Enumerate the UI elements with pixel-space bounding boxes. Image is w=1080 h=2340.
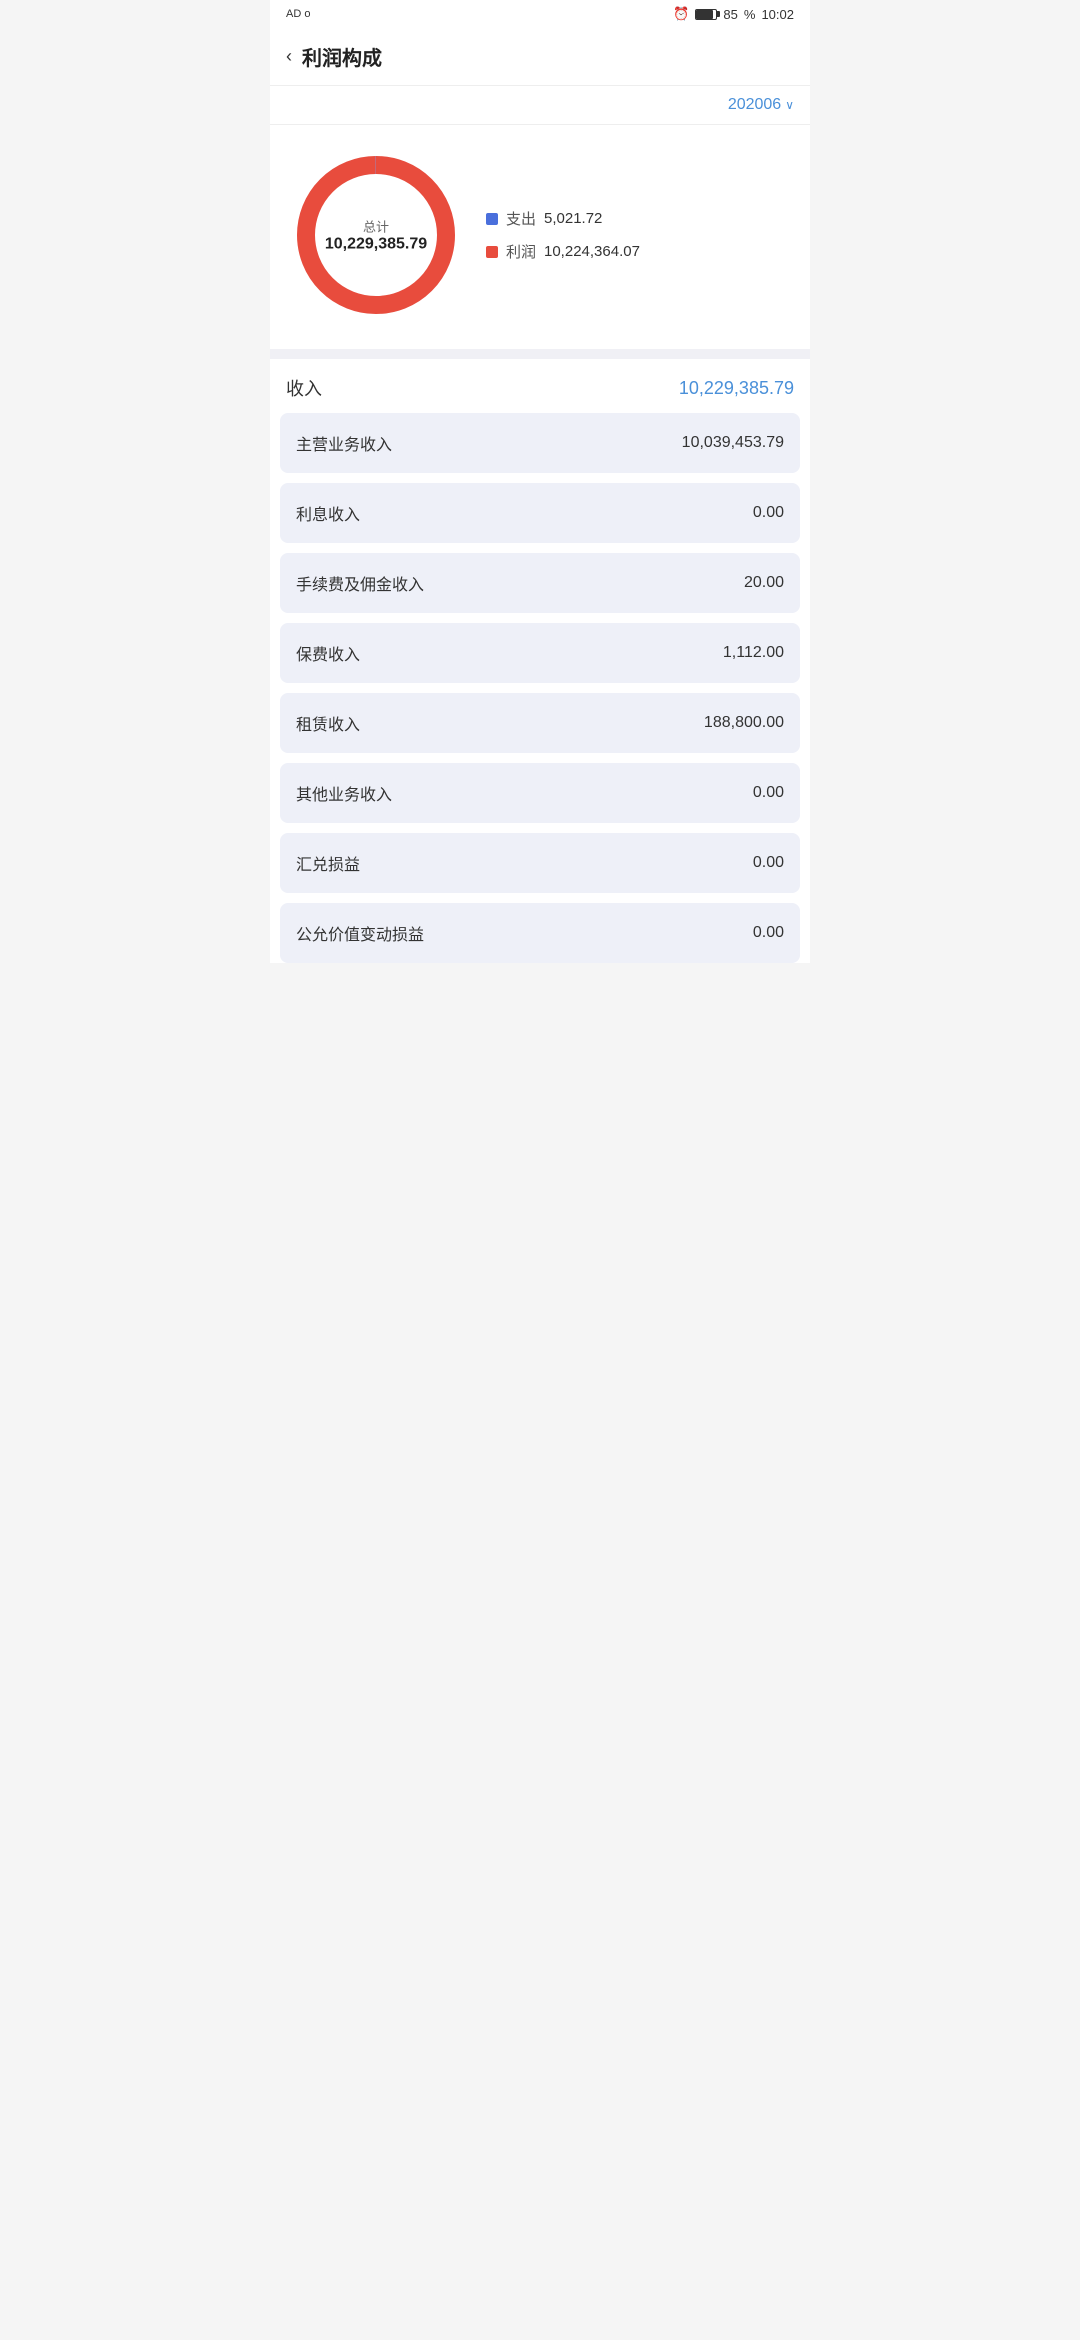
donut-value: 10,229,385.79 [325,236,427,254]
page-title: 利润构成 [302,42,382,71]
section-divider [270,349,810,359]
item-value: 1,112.00 [723,644,784,662]
alarm-icon: ⏰ [673,6,689,22]
list-item[interactable]: 公允价值变动损益 0.00 [280,903,800,963]
list-item[interactable]: 利息收入 0.00 [280,483,800,543]
status-right: ⏰ 85% 10:02 [673,6,794,22]
item-value: 0.00 [753,784,784,802]
legend-name-profit: 利润 [506,241,536,262]
chevron-down-icon: ∨ [785,98,794,112]
legend-dot-expense [486,213,498,225]
battery-percent: 85 [723,7,737,22]
back-button[interactable]: ‹ [286,46,292,67]
list-item[interactable]: 手续费及佣金收入 20.00 [280,553,800,613]
item-value: 0.00 [753,854,784,872]
income-header: 收入 10,229,385.79 [270,359,810,413]
items-list: 主营业务收入 10,039,453.79 利息收入 0.00 手续费及佣金收入 … [270,413,810,963]
period-value: 202006 [728,96,781,114]
time-display: 10:02 [761,7,794,22]
chart-legend: 支出 5,021.72 利润 10,224,364.07 [466,208,794,262]
donut-center: 总计 10,229,385.79 [325,217,427,254]
legend-name-expense: 支出 [506,208,536,229]
legend-item-expense: 支出 5,021.72 [486,208,794,229]
item-name: 租赁收入 [296,711,360,735]
item-name: 手续费及佣金收入 [296,571,424,595]
status-left: AD o [286,8,310,20]
period-bar: 202006 ∨ [270,86,810,125]
item-name: 公允价值变动损益 [296,921,424,945]
list-item[interactable]: 汇兑损益 0.00 [280,833,800,893]
period-selector[interactable]: 202006 ∨ [728,96,794,114]
item-name: 其他业务收入 [296,781,392,805]
page-header: ‹ 利润构成 [270,28,810,86]
status-left-text: AD o [286,8,310,20]
item-value: 10,039,453.79 [682,434,784,452]
item-name: 保费收入 [296,641,360,665]
item-name: 汇兑损益 [296,851,360,875]
battery-icon [695,9,717,20]
list-item[interactable]: 其他业务收入 0.00 [280,763,800,823]
list-item[interactable]: 主营业务收入 10,039,453.79 [280,413,800,473]
list-item[interactable]: 保费收入 1,112.00 [280,623,800,683]
donut-chart: 总计 10,229,385.79 [286,145,466,325]
item-name: 利息收入 [296,501,360,525]
item-value: 188,800.00 [704,714,784,732]
item-value: 0.00 [753,924,784,942]
income-label: 收入 [286,375,322,401]
list-item[interactable]: 租赁收入 188,800.00 [280,693,800,753]
legend-val-profit: 10,224,364.07 [544,243,640,260]
legend-item-profit: 利润 10,224,364.07 [486,241,794,262]
status-bar: AD o ⏰ 85% 10:02 [270,0,810,28]
item-name: 主营业务收入 [296,431,392,455]
donut-label: 总计 [325,217,427,236]
legend-dot-profit [486,246,498,258]
income-total: 10,229,385.79 [679,378,794,399]
item-value: 0.00 [753,504,784,522]
item-value: 20.00 [744,574,784,592]
legend-val-expense: 5,021.72 [544,210,602,227]
chart-section: 总计 10,229,385.79 支出 5,021.72 利润 10,224,3… [270,125,810,349]
